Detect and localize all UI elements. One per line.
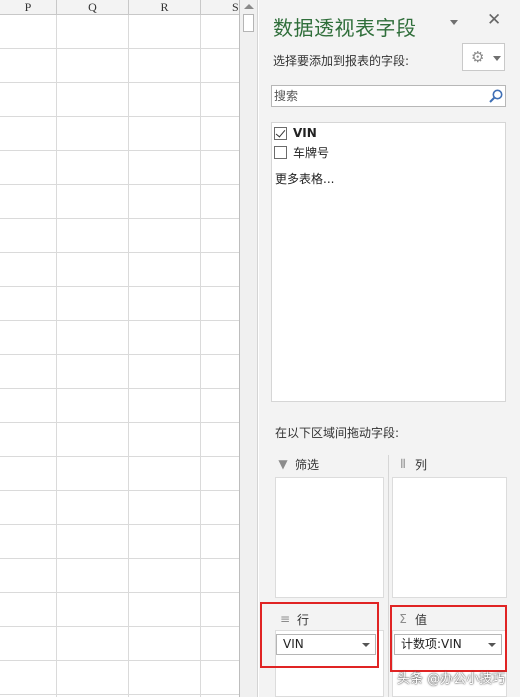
field-list: VIN 车牌号 更多表格... xyxy=(271,122,506,402)
more-tables-link[interactable]: 更多表格... xyxy=(275,170,334,187)
filter-drop-zone[interactable] xyxy=(275,477,384,598)
grid-line xyxy=(0,320,239,321)
field-label-plate: 车牌号 xyxy=(293,145,330,160)
grid-line xyxy=(0,388,239,389)
columns-area-header: ⦀ 列 xyxy=(397,455,427,473)
gear-icon: ⚙ xyxy=(471,48,485,66)
grid-line xyxy=(0,116,239,117)
area-divider xyxy=(388,455,389,697)
grid-line xyxy=(0,82,239,83)
grid-line xyxy=(0,218,239,219)
column-header-s[interactable]: S xyxy=(201,0,239,15)
column-header-r[interactable]: R xyxy=(129,0,201,15)
grid-line xyxy=(0,626,239,627)
search-icon[interactable] xyxy=(488,88,504,104)
values-highlight-box xyxy=(390,605,507,672)
filter-area-header: ▼ 筛选 xyxy=(277,455,319,473)
grid-line xyxy=(0,694,239,695)
columns-drop-zone[interactable] xyxy=(392,477,507,598)
grid-line xyxy=(0,660,239,661)
grid-line xyxy=(0,422,239,423)
grid-line xyxy=(56,15,57,697)
grid-line xyxy=(0,558,239,559)
grid-line xyxy=(0,354,239,355)
scroll-thumb[interactable] xyxy=(243,14,254,32)
grid-line xyxy=(0,150,239,151)
drag-fields-label: 在以下区域间拖动字段: xyxy=(275,426,400,440)
rows-highlight-box xyxy=(260,602,379,668)
grid-line xyxy=(0,524,239,525)
choose-fields-label: 选择要添加到报表的字段: xyxy=(273,54,410,68)
watermark: 头条 @办公小技巧 xyxy=(397,672,506,687)
columns-area-label: 列 xyxy=(415,457,428,472)
filter-area-label: 筛选 xyxy=(295,457,320,472)
pane-title: 数据透视表字段 xyxy=(273,16,417,40)
search-input[interactable] xyxy=(274,87,479,105)
grid-line xyxy=(0,592,239,593)
field-item-plate[interactable]: 车牌号 xyxy=(274,143,329,161)
pane-options-chevron-down-icon[interactable] xyxy=(448,18,462,28)
vertical-scrollbar[interactable] xyxy=(239,0,258,697)
grid-line xyxy=(0,490,239,491)
grid-line xyxy=(0,286,239,287)
column-header-p[interactable]: P xyxy=(0,0,57,15)
field-item-vin[interactable]: VIN xyxy=(274,124,317,142)
pivot-field-list-pane: 数据透视表字段 ✕ 选择要添加到报表的字段: ⚙ VIN 车牌号 更多表格.. xyxy=(259,0,520,697)
grid-line xyxy=(0,456,239,457)
column-header-q[interactable]: Q xyxy=(57,0,129,15)
excel-window: P Q R S 数据透视表字段 ✕ 选择要添加到报表的字段: ⚙ 搜索 VIN … xyxy=(0,0,520,697)
scroll-up-arrow-icon[interactable] xyxy=(242,2,255,12)
grid-line xyxy=(0,48,239,49)
filter-icon: ▼ xyxy=(278,457,288,471)
grid-line xyxy=(200,15,201,697)
chevron-down-icon xyxy=(493,56,501,61)
search-box[interactable] xyxy=(271,85,506,107)
field-checkbox-vin[interactable] xyxy=(274,126,287,140)
grid-line xyxy=(128,15,129,697)
grid-line xyxy=(0,184,239,185)
grid-line xyxy=(0,252,239,253)
tools-button[interactable]: ⚙ xyxy=(462,43,505,71)
close-icon[interactable]: ✕ xyxy=(487,10,501,30)
spreadsheet-grid[interactable]: P Q R S xyxy=(0,0,239,697)
field-label-vin: VIN xyxy=(293,126,317,140)
field-checkbox-plate[interactable] xyxy=(274,145,287,159)
columns-icon: ⦀ xyxy=(400,456,406,471)
